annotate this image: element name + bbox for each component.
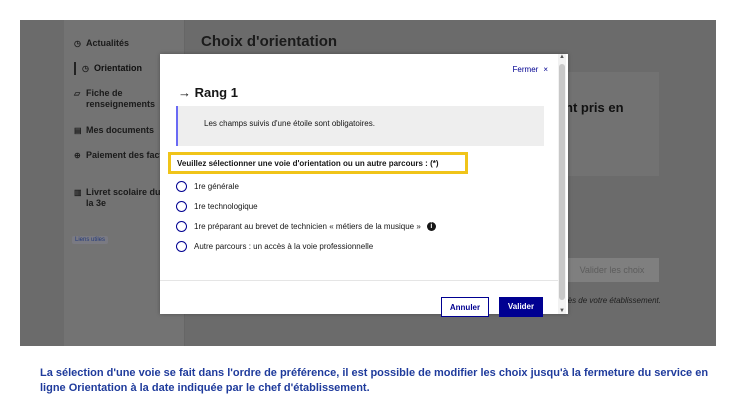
page-title: Choix d'orientation bbox=[201, 33, 338, 50]
radio-button[interactable] bbox=[176, 181, 187, 192]
option-premiere-technologique[interactable]: 1re technologique bbox=[176, 201, 258, 212]
clock-icon: ◷ bbox=[82, 64, 89, 73]
required-fields-notice: Les champs suivis d'une étoile sont obli… bbox=[176, 106, 544, 146]
option-autre-parcours[interactable]: Autre parcours : un accès à la voie prof… bbox=[176, 241, 373, 252]
option-label: 1re technologique bbox=[194, 202, 258, 211]
payment-icon: ⊕ bbox=[74, 151, 81, 160]
orientation-legend-highlight: Veuillez sélectionner une voie d'orienta… bbox=[168, 152, 468, 174]
radio-button[interactable] bbox=[176, 221, 187, 232]
radio-button[interactable] bbox=[176, 201, 187, 212]
useful-links-tag[interactable]: Liens utiles bbox=[72, 236, 109, 244]
rank-modal: Fermer × → Rang 1 Les champs suivis d'une… bbox=[160, 54, 568, 317]
close-button[interactable]: Fermer × bbox=[513, 65, 548, 74]
scroll-down-icon[interactable]: ▼ bbox=[558, 308, 566, 314]
option-premiere-generale[interactable]: 1re générale bbox=[176, 181, 239, 192]
option-label: 1re générale bbox=[194, 182, 239, 191]
background-info-text: nt pris en bbox=[565, 100, 624, 115]
orientation-legend: Veuillez sélectionner une voie d'orienta… bbox=[177, 159, 439, 168]
required-fields-text: Les champs suivis d'une étoile sont obli… bbox=[204, 119, 375, 128]
info-icon[interactable]: i bbox=[426, 222, 436, 231]
validate-button[interactable]: Valider bbox=[499, 297, 543, 317]
radio-button[interactable] bbox=[176, 241, 187, 252]
sidebar-item-label: Mes documents bbox=[86, 125, 155, 135]
sidebar-item-label: Orientation bbox=[94, 63, 143, 73]
footer-divider bbox=[160, 280, 558, 281]
sidebar-item-actualites[interactable]: ◷ Actualités bbox=[74, 38, 184, 49]
validate-choices-button[interactable]: Valider les choix bbox=[565, 258, 659, 282]
close-label: Fermer bbox=[512, 65, 539, 74]
close-icon: × bbox=[543, 65, 548, 74]
option-brevet-musique[interactable]: 1re préparant au brevet de technicien « … bbox=[176, 221, 436, 232]
scrollbar-thumb[interactable] bbox=[559, 64, 565, 300]
book-icon: ▥ bbox=[74, 188, 82, 197]
cancel-button[interactable]: Annuler bbox=[441, 297, 489, 317]
scroll-up-icon[interactable]: ▲ bbox=[558, 54, 566, 60]
sidebar-item-label: Actualités bbox=[86, 38, 130, 48]
screenshot-frame: ◷ Actualités ◷ Orientation ▱ Fiche de re… bbox=[20, 20, 716, 346]
option-label: Autre parcours : un accès à la voie prof… bbox=[194, 242, 374, 251]
clock-icon: ◷ bbox=[74, 39, 81, 48]
modal-scrollbar[interactable]: ▲ ▼ bbox=[558, 54, 566, 314]
option-label: 1re préparant au brevet de technicien « … bbox=[194, 222, 421, 231]
slide-caption: La sélection d'une voie se fait dans l'o… bbox=[40, 367, 709, 394]
document-icon: ▤ bbox=[74, 126, 82, 135]
form-icon: ▱ bbox=[74, 89, 81, 98]
rank-title: → Rang 1 bbox=[178, 85, 238, 100]
active-indicator bbox=[74, 62, 76, 75]
